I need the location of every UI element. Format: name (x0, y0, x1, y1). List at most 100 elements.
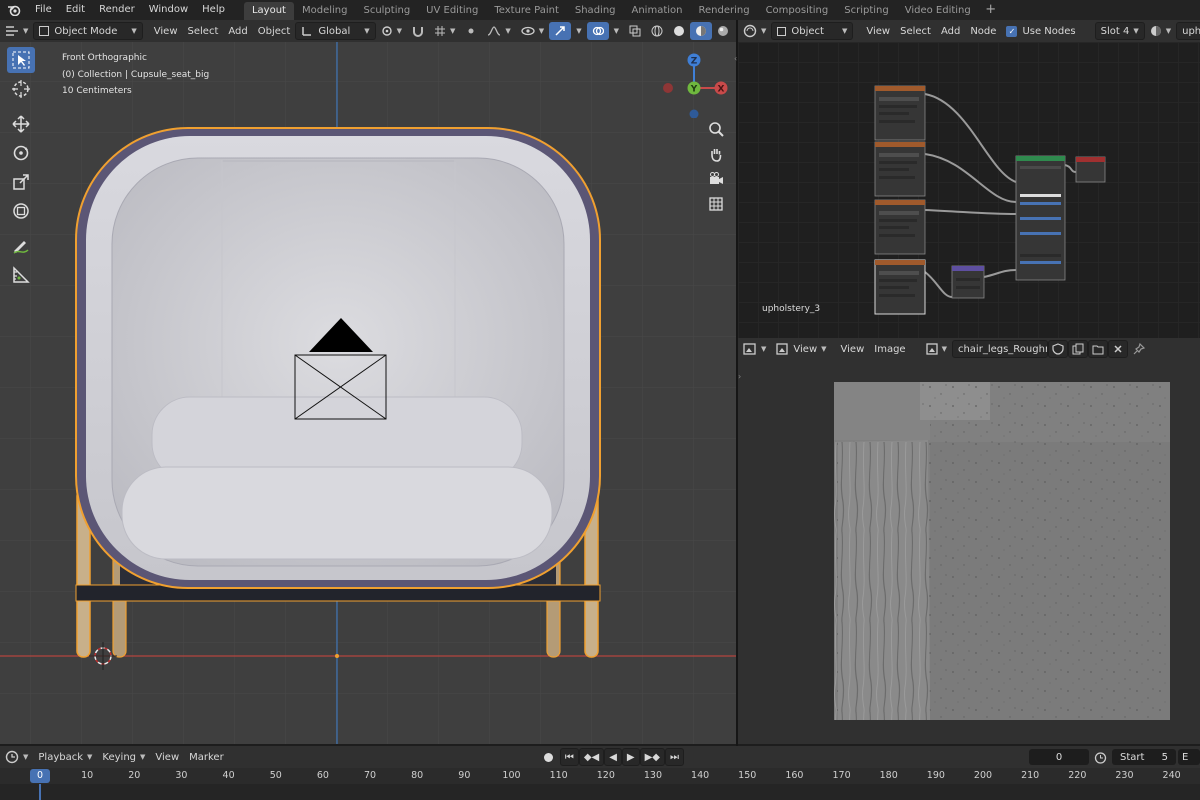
material-slot-dropdown[interactable]: Slot 4 ▼ (1094, 22, 1145, 40)
capsule-seat-shell[interactable] (75, 127, 601, 589)
image-view-mode-dropdown[interactable]: View ▼ (771, 340, 831, 358)
proportional-editing-button[interactable] (460, 22, 482, 40)
tab-sculpting[interactable]: Sculpting (355, 2, 418, 20)
menu-edit[interactable]: Edit (59, 0, 92, 20)
overlays-toggle-button[interactable] (586, 22, 609, 40)
camera-view-button[interactable] (705, 168, 727, 190)
open-image-button[interactable] (1087, 340, 1108, 358)
timeline-menu-marker[interactable]: Marker (184, 748, 229, 766)
new-image-button[interactable] (1067, 340, 1088, 358)
axis-gizmo[interactable]: Z Y X (662, 46, 734, 118)
neg-x-axis-icon[interactable] (663, 83, 673, 93)
timeline-menu-view[interactable]: View (150, 748, 184, 766)
zoom-button[interactable] (705, 118, 727, 140)
select-box-tool[interactable] (7, 47, 35, 73)
falloff-button[interactable]: ▼ (482, 22, 515, 40)
sidebar-toggle-icon[interactable]: › (738, 372, 741, 381)
snap-target-button[interactable]: ▼ (429, 22, 460, 40)
node-editor-menu-select[interactable]: Select (895, 22, 936, 40)
transform-tool[interactable] (7, 198, 35, 224)
material-browse-button[interactable]: ▼ (1145, 22, 1176, 40)
tab-texture-paint[interactable]: Texture Paint (486, 2, 567, 20)
tab-rendering[interactable]: Rendering (690, 2, 757, 20)
material-output-node[interactable] (1075, 156, 1106, 183)
material-name-field[interactable]: uphol (1176, 22, 1200, 40)
tab-uv-editing[interactable]: UV Editing (418, 2, 486, 20)
blender-logo-icon[interactable] (6, 3, 22, 17)
timeline-track-area[interactable] (0, 784, 1200, 800)
rotate-tool[interactable] (7, 140, 35, 166)
viewport-canvas[interactable] (0, 42, 736, 744)
tab-layout[interactable]: Layout (243, 2, 294, 20)
transform-orientation-dropdown[interactable]: Global ▼ (295, 22, 376, 40)
jump-start-button[interactable]: ⏮ (559, 748, 579, 766)
menu-render[interactable]: Render (92, 0, 142, 20)
editor-type-button[interactable]: ▼ (0, 22, 33, 40)
tab-shading[interactable]: Shading (567, 2, 624, 20)
menu-help[interactable]: Help (195, 0, 232, 20)
pivot-point-button[interactable]: ▼ (376, 22, 407, 40)
shader-type-dropdown[interactable]: Object ▼ (771, 22, 854, 40)
node-editor-type-button[interactable]: ▼ (738, 22, 771, 40)
shading-rendered-button[interactable] (712, 22, 734, 40)
timeline-editor-type-button[interactable]: ▼ (0, 748, 33, 766)
viewport-menu-view[interactable]: View (149, 22, 183, 40)
jump-end-button[interactable]: ⏭ (665, 748, 684, 766)
object-visibility-button[interactable]: ▼ (516, 22, 549, 40)
snap-button[interactable] (407, 22, 429, 40)
scale-tool[interactable] (7, 169, 35, 195)
normal-map-node[interactable] (951, 265, 985, 299)
end-frame-field[interactable]: E (1178, 749, 1200, 765)
viewport-menu-object[interactable]: Object (253, 22, 296, 40)
pan-button[interactable] (705, 143, 727, 165)
roughness-texture-image[interactable] (834, 382, 1170, 720)
use-nodes-toggle[interactable]: ✓ Use Nodes (1001, 22, 1080, 40)
tab-compositing[interactable]: Compositing (758, 2, 837, 20)
measure-tool[interactable] (7, 262, 35, 288)
shading-solid-button[interactable] (668, 22, 690, 40)
principled-bsdf-node[interactable] (1015, 155, 1066, 281)
pin-button[interactable] (1128, 340, 1150, 358)
add-workspace-button[interactable]: + (983, 2, 999, 18)
image-editor-menu-image[interactable]: Image (869, 340, 910, 358)
xray-button[interactable] (624, 22, 646, 40)
gizmo-options-button[interactable]: ▼ (571, 22, 586, 40)
image-editor-type-button[interactable]: ▼ (738, 340, 771, 358)
image-editor[interactable]: › (738, 360, 1200, 744)
node-editor-menu-node[interactable]: Node (965, 22, 1001, 40)
image-texture-node-2[interactable] (874, 141, 926, 197)
record-button[interactable] (539, 748, 558, 766)
tab-modeling[interactable]: Modeling (294, 2, 356, 20)
overlays-options-button[interactable]: ▼ (609, 22, 624, 40)
object-mode-dropdown[interactable]: Object Mode ▼ (33, 22, 143, 40)
image-texture-node-3[interactable] (874, 199, 926, 255)
tab-video-editing[interactable]: Video Editing (897, 2, 979, 20)
cursor-tool[interactable] (7, 76, 35, 102)
neg-z-axis-icon[interactable] (689, 109, 699, 119)
viewport-menu-select[interactable]: Select (183, 22, 224, 40)
timeline-menu-playback[interactable]: Playback ▼ (33, 748, 97, 766)
gizmo-toggle-button[interactable] (549, 22, 572, 40)
shading-wireframe-button[interactable] (646, 22, 668, 40)
use-nodes-checkbox[interactable]: ✓ (1006, 25, 1018, 37)
node-editor-menu-add[interactable]: Add (936, 22, 965, 40)
image-texture-node-4[interactable] (874, 259, 926, 315)
move-tool[interactable] (7, 111, 35, 137)
timeline-menu-keying[interactable]: Keying ▼ (97, 748, 150, 766)
image-name-field[interactable]: chair_legs_Roughne... (951, 340, 1048, 358)
current-frame-field[interactable]: 0 (1029, 749, 1089, 765)
menu-window[interactable]: Window (142, 0, 195, 20)
viewport-menu-add[interactable]: Add (223, 22, 252, 40)
3d-viewport[interactable]: Front Orthographic (0) Collection | Cups… (0, 42, 736, 744)
timeline-ruler[interactable]: 0 10 20 30 40 50 60 70 80 90 100 110 120 130 140 150 16… (0, 768, 1200, 784)
image-browse-button[interactable]: ▼ (921, 340, 952, 358)
perspective-toggle-button[interactable] (705, 193, 727, 215)
play-reverse-button[interactable]: ◀ (604, 748, 622, 766)
image-texture-node-1[interactable] (874, 85, 926, 141)
node-editor-menu-view[interactable]: View (861, 22, 895, 40)
jump-keyframe-forward-button[interactable]: ▶◆ (639, 748, 665, 766)
fake-user-button[interactable] (1047, 340, 1068, 358)
shader-node-editor[interactable]: upholstery_3 (738, 42, 1200, 338)
playhead[interactable]: 0 (30, 769, 50, 783)
annotate-tool[interactable] (7, 233, 35, 259)
